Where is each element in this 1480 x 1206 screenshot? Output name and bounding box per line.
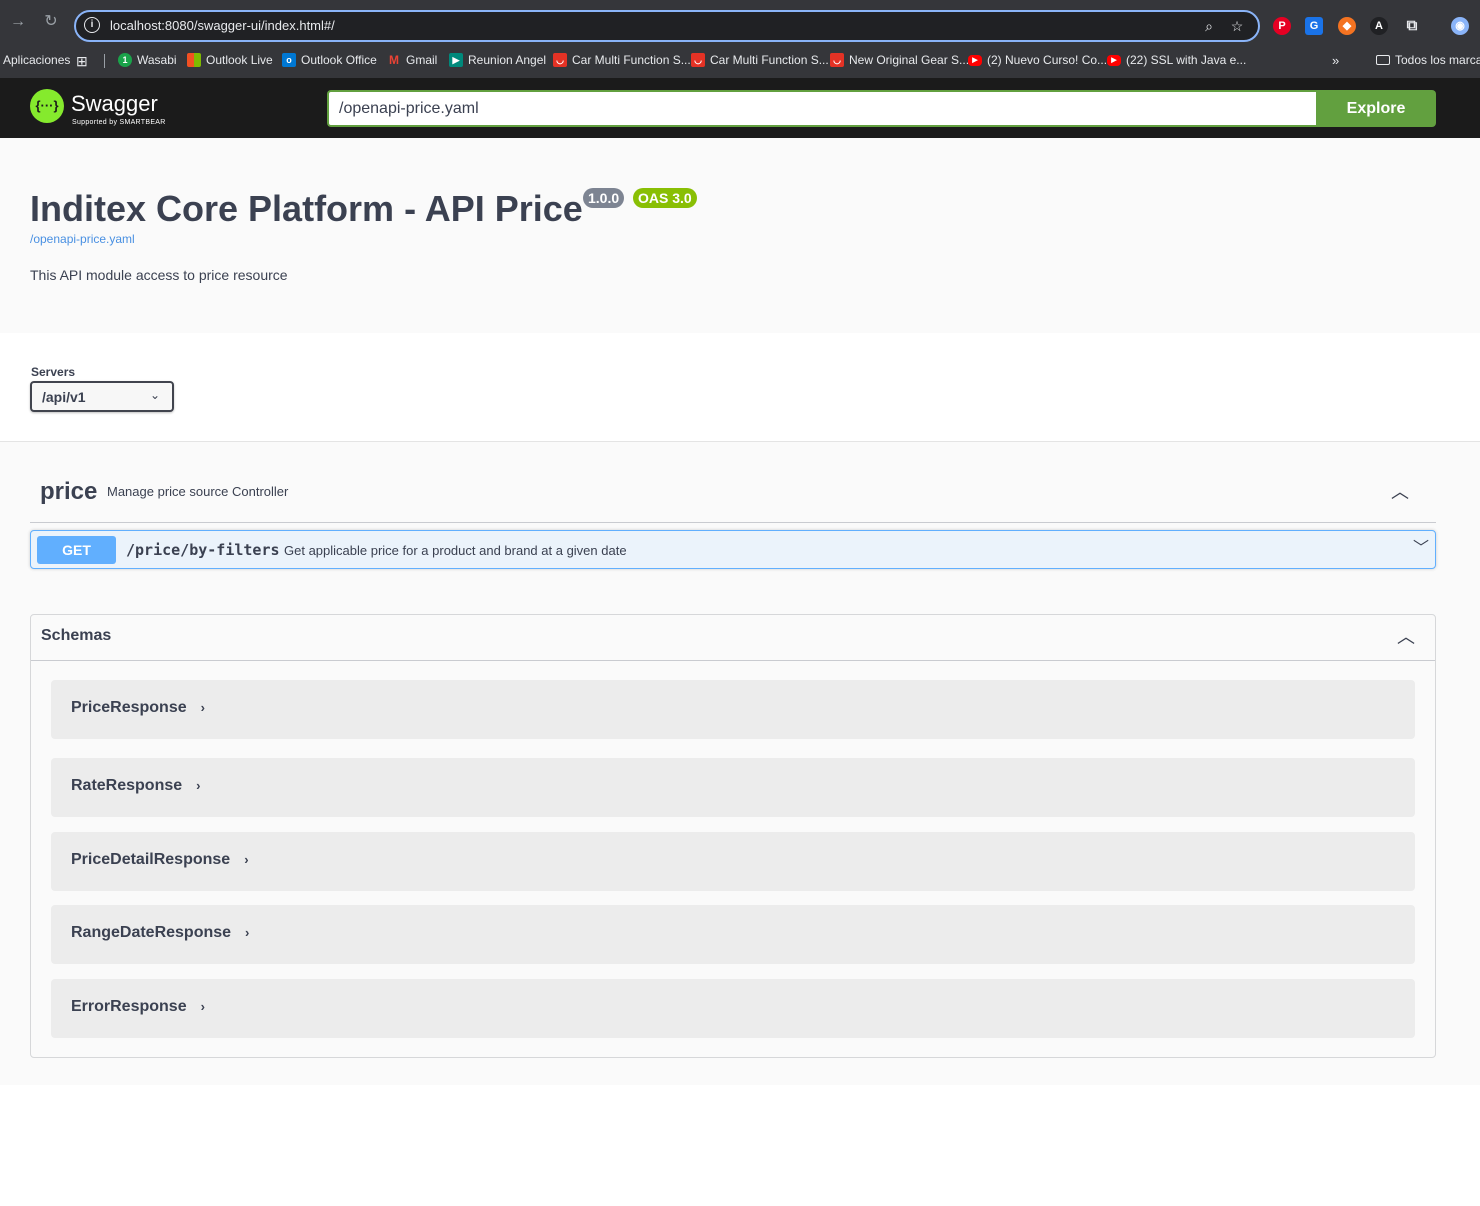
- meet-icon: ▶: [449, 53, 463, 67]
- forward-icon[interactable]: →: [8, 12, 28, 32]
- aliexpress-icon: ◡: [691, 53, 705, 67]
- bookmark-gear[interactable]: ◡ New Original Gear S...: [830, 53, 969, 67]
- chevron-right-icon: ›: [200, 700, 205, 715]
- apps-grid-icon[interactable]: ⊞: [76, 53, 88, 70]
- chevron-right-icon: ›: [244, 852, 249, 867]
- tag-description: Manage price source Controller: [107, 484, 289, 499]
- bookmark-car-2[interactable]: ◡ Car Multi Function S...: [691, 53, 829, 67]
- bookmark-label: New Original Gear S...: [849, 53, 970, 67]
- bookmark-outlook-office[interactable]: o Outlook Office: [282, 53, 377, 67]
- bookmark-label: Outlook Office: [301, 53, 377, 67]
- api-info: Inditex Core Platform - API Price 1.0.0 …: [0, 138, 1480, 333]
- youtube-icon: ▶: [1107, 54, 1121, 66]
- docs-extension-icon[interactable]: G: [1305, 17, 1323, 35]
- bookmark-label: Car Multi Function S...: [710, 53, 829, 67]
- bookmark-label: (2) Nuevo Curso! Co...: [987, 53, 1108, 67]
- bookmark-car-1[interactable]: ◡ Car Multi Function S...: [553, 53, 691, 67]
- servers-select[interactable]: /api/v1 ⌄: [30, 381, 174, 412]
- oas-badge: OAS 3.0: [633, 188, 697, 208]
- site-info-icon[interactable]: i: [84, 17, 100, 33]
- operation-get-price-by-filters[interactable]: GET /price/by-filters Get applicable pri…: [30, 530, 1436, 569]
- bookmark-youtube-2[interactable]: ▶ (22) SSL with Java e...: [1107, 53, 1246, 67]
- servers-selected-value: /api/v1: [42, 389, 86, 405]
- all-bookmarks-folder[interactable]: Todos los marcad: [1376, 53, 1480, 67]
- shield-extension-icon[interactable]: ◆: [1338, 17, 1356, 35]
- smartbear-tagline: Supported by SMARTBEAR: [72, 119, 166, 126]
- bookmark-label: Reunion Angel: [468, 53, 547, 67]
- spec-url-input[interactable]: [327, 90, 1317, 127]
- address-url[interactable]: localhost:8080/swagger-ui/index.html#/: [110, 18, 335, 33]
- model-priceresponse[interactable]: PriceResponse ›: [51, 680, 1415, 739]
- tag-name[interactable]: price: [40, 478, 97, 506]
- bookmark-label: Todos los marcad: [1395, 53, 1480, 67]
- swagger-topbar: {···} Swagger Supported by SMARTBEAR Exp…: [0, 78, 1480, 138]
- microsoft-icon: [187, 53, 201, 67]
- chevron-right-icon: ›: [200, 999, 205, 1014]
- bookmark-divider: [104, 54, 105, 68]
- chevron-up-icon[interactable]: ︿: [1388, 480, 1412, 504]
- bookmark-outlook-live[interactable]: Outlook Live: [187, 53, 273, 67]
- schemas-title[interactable]: Schemas: [41, 627, 111, 645]
- chevron-up-icon[interactable]: ︿: [1393, 624, 1419, 650]
- bookmarks-overflow-icon[interactable]: »: [1332, 53, 1339, 68]
- spec-link[interactable]: /openapi-price.yaml: [30, 232, 135, 246]
- bookmark-reunion[interactable]: ▶ Reunion Angel: [449, 53, 546, 67]
- chevron-right-icon: ›: [245, 925, 250, 940]
- angular-extension-icon[interactable]: A: [1370, 17, 1388, 35]
- api-description: This API module access to price resource: [30, 267, 288, 283]
- chevron-down-icon: ⌄: [149, 388, 160, 402]
- browser-toolbar: → ↻ i localhost:8080/swagger-ui/index.ht…: [0, 0, 1480, 44]
- bookmark-label: Wasabi: [137, 53, 177, 67]
- model-rangedateresponse[interactable]: RangeDateResponse ›: [51, 905, 1415, 964]
- bookmark-wasabi[interactable]: 1 Wasabi: [118, 53, 177, 67]
- divider: [31, 660, 1435, 661]
- servers-label: Servers: [31, 365, 76, 379]
- extensions-icon[interactable]: ⧉: [1403, 17, 1421, 35]
- outlook-icon: o: [282, 53, 296, 67]
- model-name: ErrorResponse: [71, 998, 187, 1015]
- model-pricedetailresponse[interactable]: PriceDetailResponse ›: [51, 832, 1415, 891]
- chevron-down-icon[interactable]: ﹀: [1409, 537, 1433, 561]
- aliexpress-icon: ◡: [553, 53, 567, 67]
- folder-icon: [1376, 55, 1390, 65]
- page-title: Inditex Core Platform - API Price: [30, 188, 583, 229]
- gmail-icon: M: [389, 53, 399, 67]
- model-name: RangeDateResponse: [71, 924, 232, 941]
- model-name: RateResponse: [71, 777, 183, 794]
- schemas-section: Schemas ︿ PriceResponse › RateResponse › P…: [30, 614, 1436, 1058]
- model-name: PriceDetailResponse: [71, 851, 231, 868]
- bookmark-label: Outlook Live: [206, 53, 273, 67]
- zoom-icon[interactable]: ⌕: [1200, 17, 1218, 35]
- model-errorresponse[interactable]: ErrorResponse ›: [51, 979, 1415, 1038]
- bookmark-label: (22) SSL with Java e...: [1126, 53, 1247, 67]
- model-rateresponse[interactable]: RateResponse ›: [51, 758, 1415, 817]
- reload-icon[interactable]: ↻: [41, 12, 61, 32]
- chevron-right-icon: ›: [196, 778, 201, 793]
- bookmark-apps[interactable]: Aplicaciones: [3, 53, 70, 67]
- bookmark-youtube-1[interactable]: ▶ (2) Nuevo Curso! Co...: [968, 53, 1107, 67]
- operation-path: /price/by-filters: [126, 541, 280, 559]
- aliexpress-icon: ◡: [830, 53, 844, 67]
- bookmarks-bar: Aplicaciones ⊞ 1 Wasabi Outlook Live o O…: [0, 44, 1480, 78]
- bookmark-star-icon[interactable]: ☆: [1228, 17, 1246, 35]
- avatar[interactable]: ◉: [1451, 17, 1469, 35]
- bookmark-label: Gmail: [406, 53, 438, 67]
- pinterest-extension-icon[interactable]: P: [1273, 17, 1291, 35]
- explore-button[interactable]: Explore: [1316, 90, 1436, 127]
- operation-summary: Get applicable price for a product and b…: [284, 543, 627, 558]
- youtube-icon: ▶: [968, 54, 982, 66]
- method-badge: GET: [37, 536, 116, 564]
- bookmark-label: Aplicaciones: [3, 53, 71, 67]
- divider: [30, 522, 1436, 523]
- bookmark-label: Car Multi Function S...: [572, 53, 691, 67]
- swagger-logo-icon[interactable]: {···}: [30, 89, 64, 123]
- wasabi-icon: 1: [118, 53, 132, 67]
- address-bar[interactable]: i localhost:8080/swagger-ui/index.html#/…: [74, 10, 1260, 42]
- version-badge: 1.0.0: [583, 188, 625, 208]
- bookmark-gmail[interactable]: M Gmail: [387, 53, 437, 67]
- swagger-logo-text[interactable]: Swagger: [71, 91, 158, 117]
- model-name: PriceResponse: [71, 699, 187, 716]
